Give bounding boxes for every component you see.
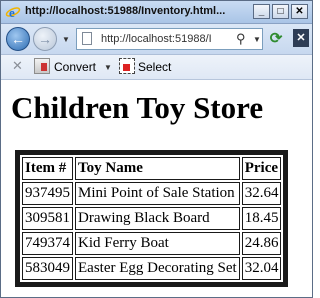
table-row: 749374 Kid Ferry Boat 24.86 [22,232,282,255]
table-row: 583049 Easter Egg Decorating Set 32.04 [22,257,282,280]
cell-item-number: 583049 [22,257,73,280]
close-button[interactable]: ✕ [291,4,308,19]
select-button[interactable]: Select [138,60,171,74]
window-title: http://localhost:51988/Inventory.html... [25,5,226,17]
address-url[interactable]: http://localhost:51988/I [101,33,233,45]
convert-button[interactable]: Convert [54,60,96,74]
cell-item-number: 937495 [22,182,73,205]
cell-item-number: 309581 [22,207,73,230]
cell-toy-name: Mini Point of Sale Station [75,182,240,205]
stop-icon[interactable]: ✕ [293,29,309,47]
cell-toy-name: Kid Ferry Boat [75,232,240,255]
cell-price: 18.45 [241,207,282,230]
page-content: Children Toy Store Item # Toy Name Price… [1,80,312,297]
forward-arrow-icon: → [38,31,52,47]
table-row: 937495 Mini Point of Sale Station 32.64 [22,182,282,205]
cell-price: 32.64 [241,182,282,205]
maximize-button[interactable]: □ [272,4,289,19]
table-header-row: Item # Toy Name Price [22,157,282,180]
cell-price: 24.86 [241,232,282,255]
cell-price: 32.04 [241,257,282,280]
svg-text:e: e [9,5,15,20]
page-icon [82,32,92,45]
refresh-icon[interactable]: ⟳ [267,30,285,48]
header-item-number: Item # [22,157,73,180]
back-arrow-icon: ← [11,31,25,47]
address-row: ← → ▼ http://localhost:51988/I ⚲ ▼ ⟳ ✕ [1,24,312,55]
minimize-button[interactable]: _ [253,4,270,19]
internet-explorer-icon: e [5,5,21,20]
title-bar: e http://localhost:51988/Inventory.html.… [1,1,312,24]
cell-item-number: 749374 [22,232,73,255]
header-toy-name: Toy Name [75,157,240,180]
search-icon[interactable]: ⚲ [236,31,246,47]
address-box[interactable]: http://localhost:51988/I ⚲ ▼ [76,28,263,50]
page-title: Children Toy Store [11,90,264,125]
recent-pages-chevron-down-icon[interactable]: ▼ [62,35,70,44]
header-price: Price [241,157,282,180]
table-row: 309581 Drawing Black Board 18.45 [22,207,282,230]
cell-toy-name: Drawing Black Board [75,207,240,230]
browser-window: e http://localhost:51988/Inventory.html.… [0,0,313,298]
convert-chevron-down-icon[interactable]: ▼ [104,63,112,72]
select-icon[interactable] [119,58,135,74]
toolbar: ✕ Convert ▼ Select [1,55,312,80]
cell-toy-name: Easter Egg Decorating Set [75,257,240,280]
toolbar-close-icon[interactable]: ✕ [12,58,23,74]
convert-icon[interactable] [34,58,50,74]
inventory-table: Item # Toy Name Price 937495 Mini Point … [15,150,289,287]
forward-button[interactable]: → [33,27,57,51]
back-button[interactable]: ← [6,27,30,51]
address-chevron-down-icon[interactable]: ▼ [253,35,261,44]
